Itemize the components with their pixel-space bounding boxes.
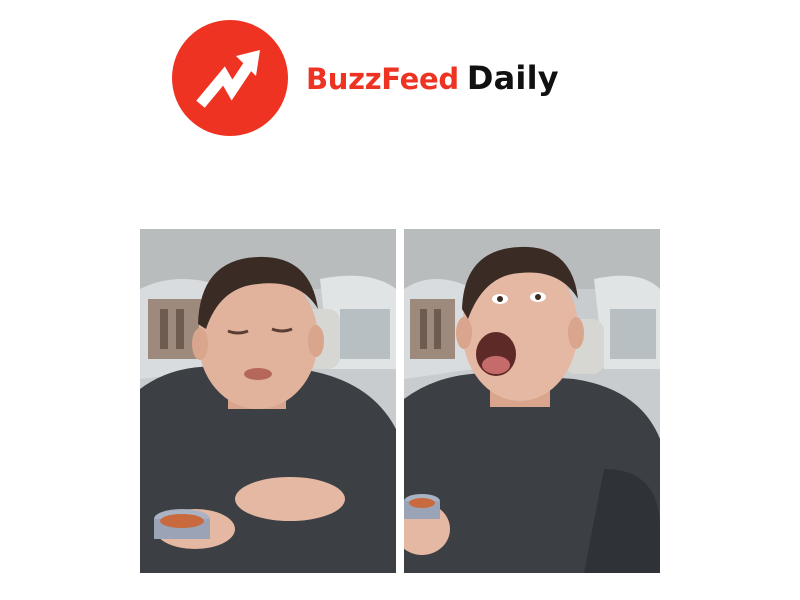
brand-name: BuzzFeed [306,62,459,96]
photo-after-reaction [404,229,660,573]
buzzfeed-daily-logo: BuzzFeed Daily [172,20,559,136]
trending-arrow-icon [172,20,288,136]
photo-before-reaction [140,229,396,573]
sub-brand-name: Daily [466,59,559,97]
wordmark: BuzzFeed Daily [306,59,559,97]
